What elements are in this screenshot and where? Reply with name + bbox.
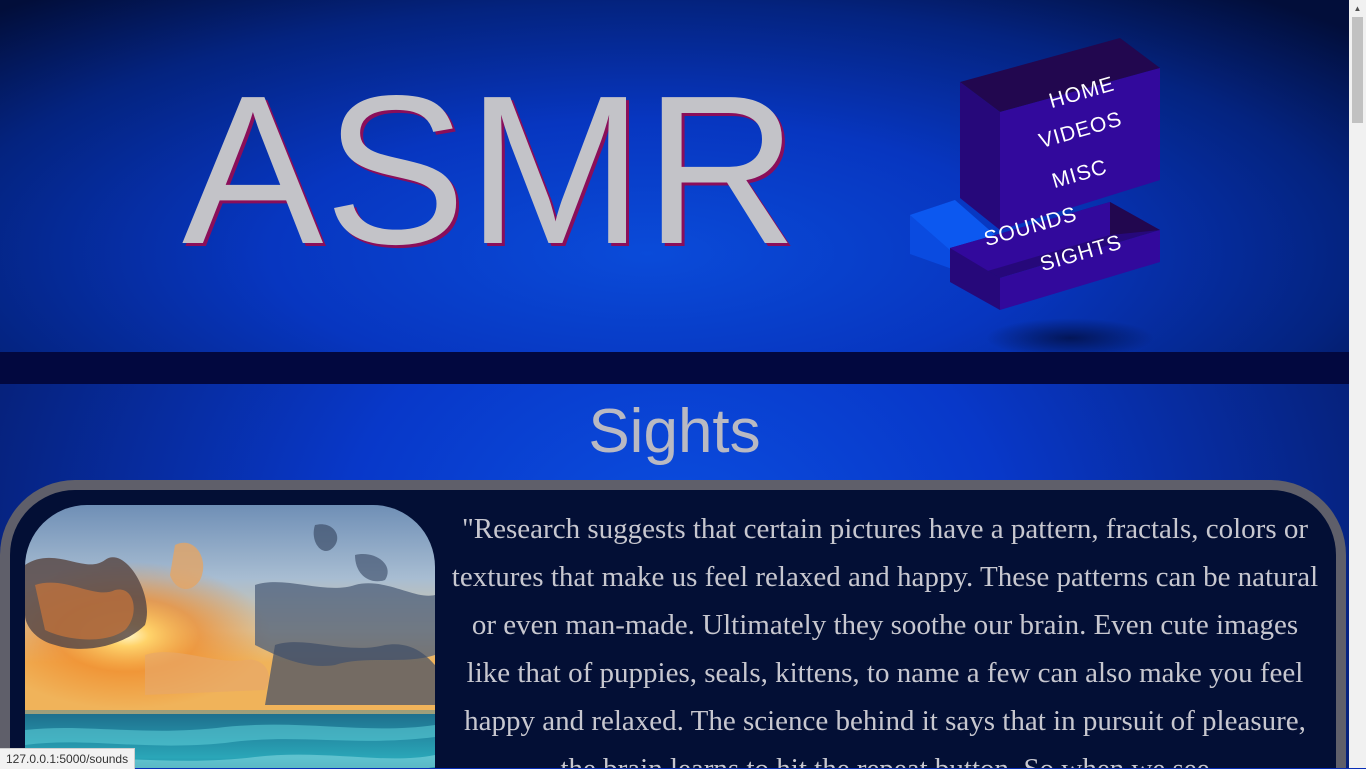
scrollbar-thumb[interactable] [1352, 17, 1363, 123]
header-divider-bar [0, 352, 1349, 384]
sunset-ocean-image [25, 505, 435, 768]
status-bar-url: 127.0.0.1:5000/sounds [0, 748, 136, 769]
scroll-up-arrow-icon[interactable]: ▲ [1349, 0, 1366, 17]
nav-cube-graphic [910, 38, 1160, 310]
nav-cube: HOME VIDEOS MISC SOUNDS SIGHTS [905, 30, 1175, 330]
sights-quote-text: "Research suggests that certain pictures… [451, 513, 1319, 768]
page: ASMR HOME VIDEOS MISC SOUNDS SIGHTS Sigh… [0, 0, 1349, 768]
page-title: Sights [588, 397, 761, 466]
site-logo[interactable]: ASMR [182, 55, 799, 285]
vertical-scrollbar[interactable]: ▲ [1349, 0, 1366, 768]
